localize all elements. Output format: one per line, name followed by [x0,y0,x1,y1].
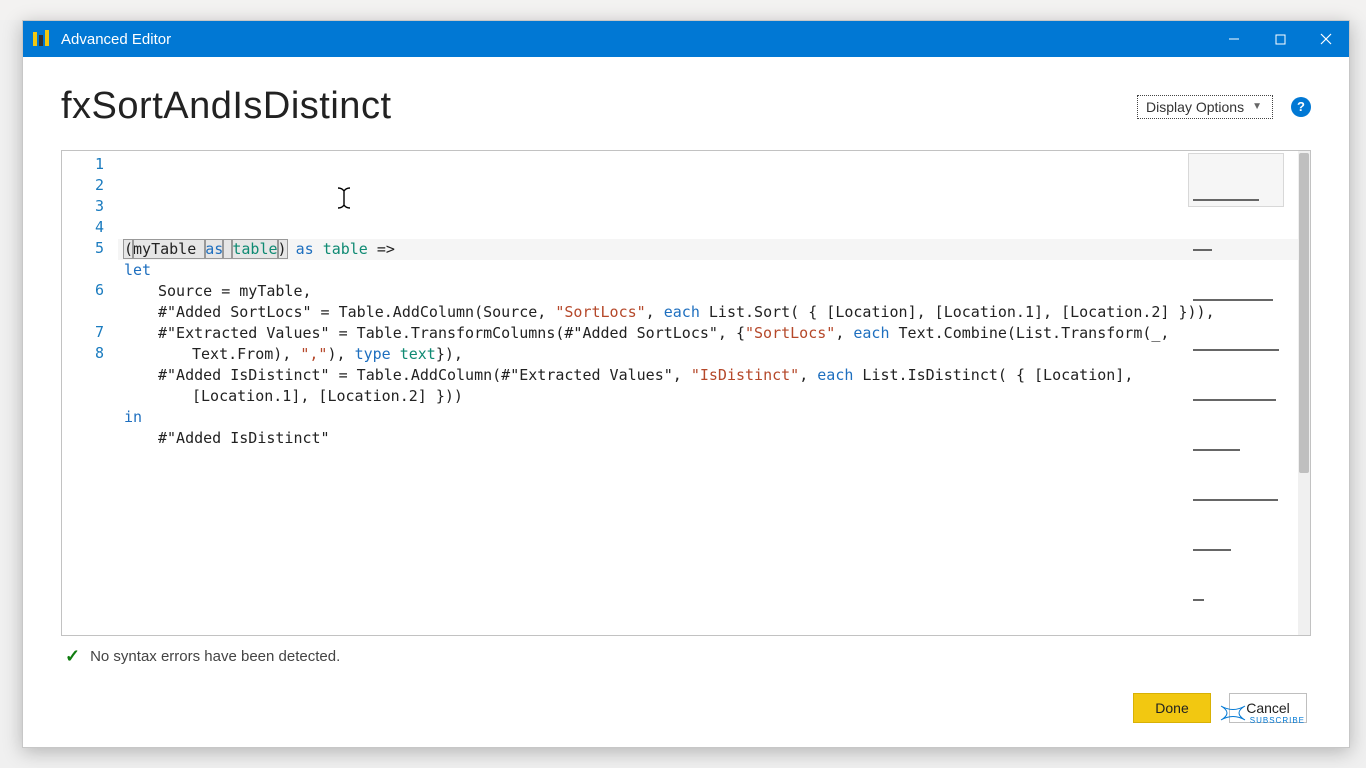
code-line[interactable]: [Location.1], [Location.2] })) [118,386,1298,407]
vertical-scrollbar[interactable] [1298,151,1310,635]
code-editor[interactable]: 12345678 (myTable as table) as [61,150,1311,636]
done-button[interactable]: Done [1133,693,1211,723]
line-number: 2 [62,176,118,197]
code-line[interactable]: #"Added IsDistinct" [118,428,1298,449]
background-ribbon [0,0,1366,20]
maximize-button[interactable] [1257,21,1303,57]
display-options-dropdown[interactable]: Display Options ▼ [1137,95,1273,119]
code-line[interactable]: (myTable as table) as table => [118,239,1298,260]
close-button[interactable] [1303,21,1349,57]
code-line[interactable]: let [118,260,1298,281]
line-number: 4 [62,218,118,239]
minimap[interactable] [1188,153,1284,207]
titlebar: Advanced Editor [23,21,1349,57]
text-cursor-icon [335,187,353,209]
code-line[interactable]: Text.From), ","), type text}), [118,344,1298,365]
app-icon [31,29,51,49]
scrollbar-thumb[interactable] [1299,153,1309,473]
code-area[interactable]: (myTable as table) as table =>letSource … [118,151,1298,635]
line-number [62,302,118,323]
display-options-label: Display Options [1146,99,1244,115]
line-number: 3 [62,197,118,218]
line-number: 7 [62,323,118,344]
line-number: 6 [62,281,118,302]
minimize-button[interactable] [1211,21,1257,57]
chevron-down-icon: ▼ [1252,101,1262,112]
query-name: fxSortAndIsDistinct [61,85,392,128]
advanced-editor-dialog: Advanced Editor fxSortAndIsDistinct Disp… [22,20,1350,748]
code-line[interactable]: #"Added SortLocs" = Table.AddColumn(Sour… [118,302,1298,323]
line-number: 8 [62,344,118,365]
window-title: Advanced Editor [61,31,171,48]
code-line[interactable]: in [118,407,1298,428]
status-row: ✓ No syntax errors have been detected. [61,636,1311,669]
code-line[interactable]: #"Extracted Values" = Table.TransformCol… [118,323,1298,344]
status-message: No syntax errors have been detected. [90,648,340,665]
check-icon: ✓ [65,646,80,667]
line-number: 5 [62,239,118,260]
content-area: fxSortAndIsDistinct Display Options ▼ ? … [23,57,1349,747]
cancel-button[interactable]: Cancel [1229,693,1307,723]
button-row: Done Cancel [61,669,1311,733]
code-line[interactable]: #"Added IsDistinct" = Table.AddColumn(#"… [118,365,1298,386]
line-number: 1 [62,155,118,176]
code-line[interactable]: Source = myTable, [118,281,1298,302]
line-number-gutter: 12345 6 78 [62,151,118,635]
help-button[interactable]: ? [1291,97,1311,117]
line-number [62,260,118,281]
header-row: fxSortAndIsDistinct Display Options ▼ ? [61,85,1311,128]
